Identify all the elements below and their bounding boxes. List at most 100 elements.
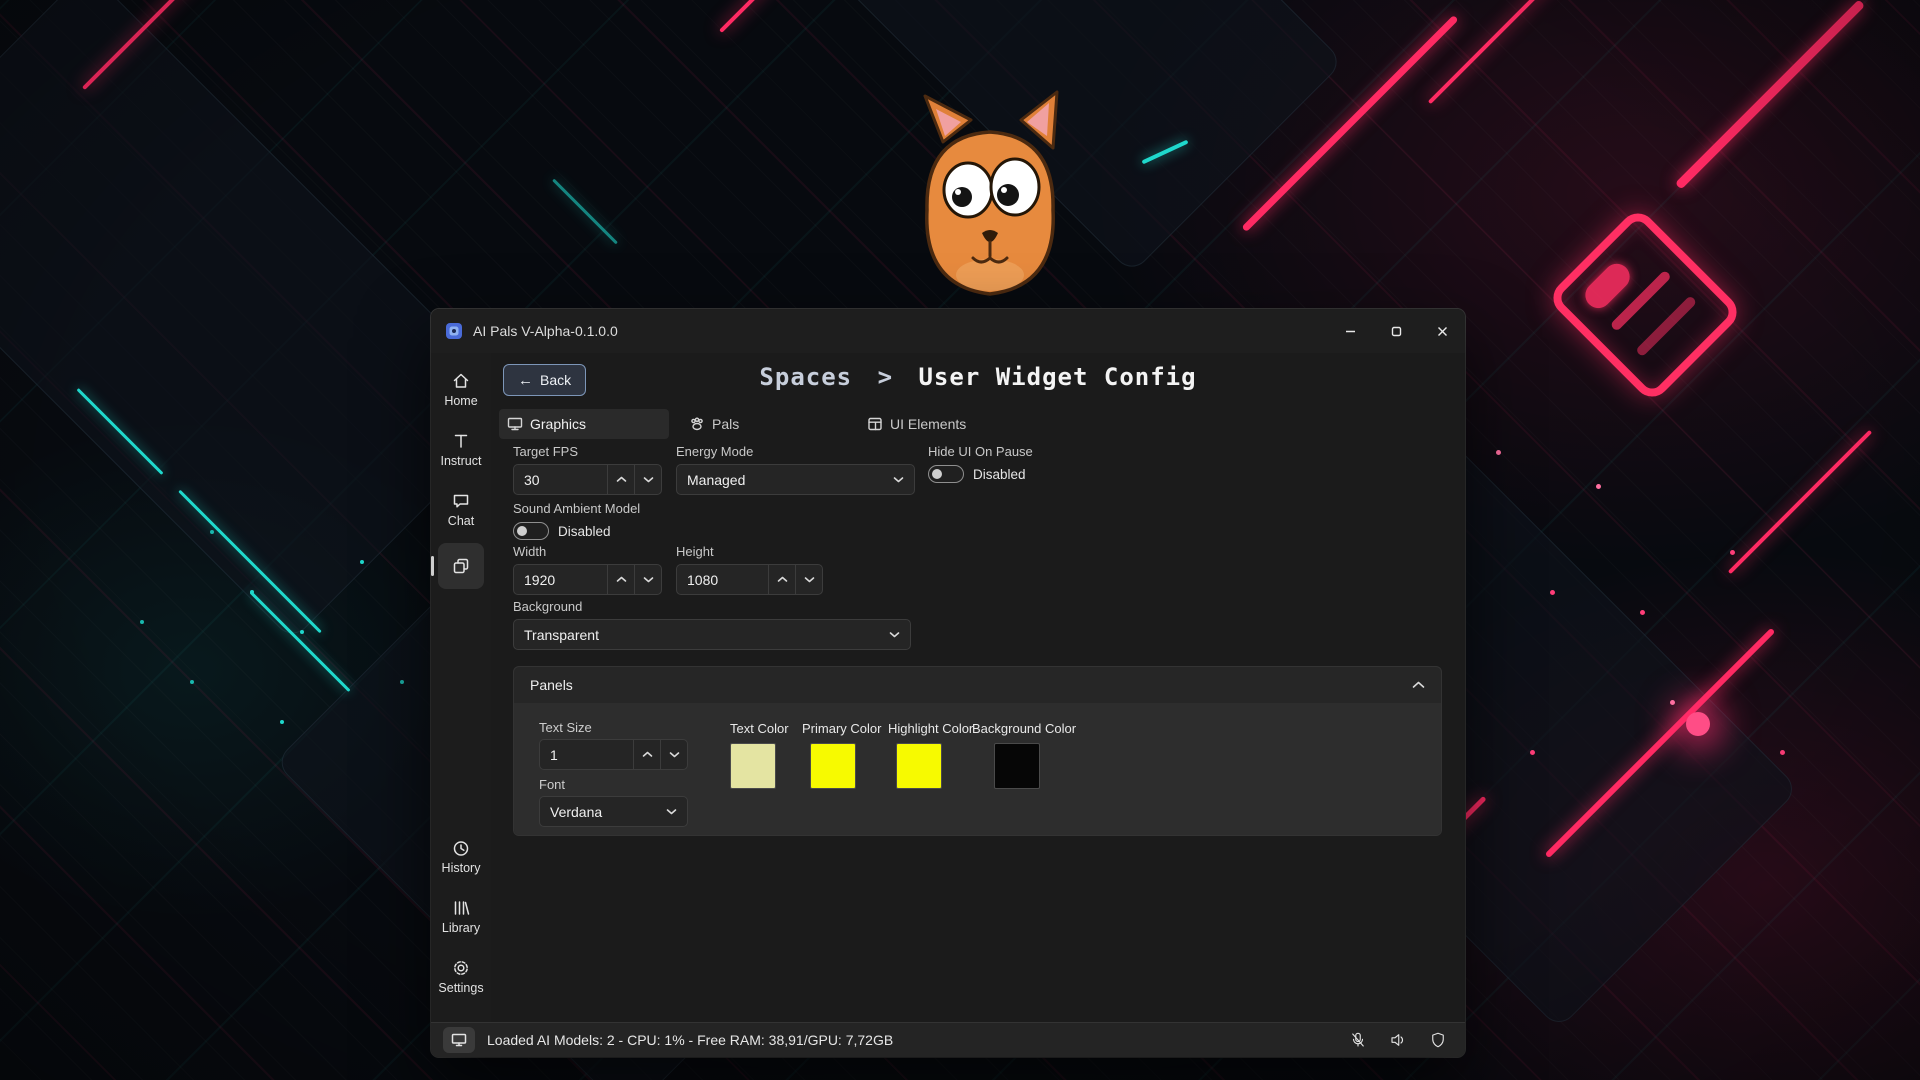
background-value: Transparent [514,627,889,643]
width-decrement-button[interactable] [634,565,661,594]
width-increment-button[interactable] [607,565,634,594]
font-value: Verdana [540,804,666,820]
microphone-muted-button[interactable] [1343,1027,1373,1053]
status-bar: Loaded AI Models: 2 - CPU: 1% - Free RAM… [431,1022,1465,1057]
sound-ambient-model-state: Disabled [558,524,611,539]
energy-mode-select[interactable]: Managed [676,464,915,495]
width-field: Width 1920 [513,544,662,595]
primary-color-field: Primary Color [802,721,881,789]
tab-label: Pals [712,416,739,432]
target-fps-label: Target FPS [513,444,662,459]
sound-ambient-model-label: Sound Ambient Model [513,501,640,516]
hide-ui-on-pause-field: Hide UI On Pause Disabled [928,444,1033,484]
sidebar-item-chat[interactable]: Chat [433,483,489,535]
minimize-button[interactable] [1327,309,1373,353]
text-size-label: Text Size [539,720,688,735]
tab-graphics[interactable]: Graphics [499,409,669,439]
text-size-stepper[interactable]: 1 [539,739,688,770]
maximize-button[interactable] [1373,309,1419,353]
sidebar-item-spaces[interactable] [438,543,484,589]
gear-icon [451,958,471,978]
breadcrumb-root[interactable]: Spaces [759,363,852,391]
text-color-swatch[interactable] [730,743,776,789]
sidebar-item-history[interactable]: History [433,830,489,882]
panels-section: Panels Text Size 1 Font [513,666,1442,836]
shield-button[interactable] [1423,1027,1453,1053]
energy-mode-value: Managed [677,472,893,488]
background-field: Background Transparent [513,599,911,650]
close-button[interactable] [1419,309,1465,353]
target-fps-increment-button[interactable] [607,465,634,494]
sidebar-item-label: Chat [448,514,474,528]
text-size-decrement-button[interactable] [660,740,687,769]
target-fps-stepper[interactable]: 30 [513,464,662,495]
window-titlebar[interactable]: AI Pals V-Alpha-0.1.0.0 [431,309,1465,353]
font-select[interactable]: Verdana [539,796,688,827]
history-clock-icon [451,838,471,858]
height-field: Height 1080 [676,544,823,595]
tab-label: Graphics [530,416,586,432]
text-size-field: Text Size 1 [539,720,688,770]
speaker-icon [1389,1031,1407,1049]
primary-color-label: Primary Color [802,721,881,736]
height-increment-button[interactable] [768,565,795,594]
volume-button[interactable] [1383,1027,1413,1053]
window-controls [1327,309,1465,353]
chevron-down-icon [889,631,900,638]
energy-mode-label: Energy Mode [676,444,915,459]
text-color-label: Text Color [730,721,789,736]
highlight-color-field: Highlight Color [888,721,973,789]
instruct-icon [451,431,471,451]
height-label: Height [676,544,823,559]
sidebar-item-instruct[interactable]: Instruct [433,423,489,475]
panels-section-header[interactable]: Panels [514,667,1441,703]
page-title: Spaces > User Widget Config [491,363,1465,391]
library-books-icon [451,898,471,918]
font-field: Font Verdana [539,777,688,827]
status-text: Loaded AI Models: 2 - CPU: 1% - Free RAM… [487,1032,893,1048]
graphics-monitor-icon [507,416,523,432]
sound-ambient-model-field: Sound Ambient Model Disabled [513,501,640,541]
paw-icon [689,416,705,432]
height-decrement-button[interactable] [795,565,822,594]
tab-ui-elements[interactable]: UI Elements [855,409,978,439]
primary-color-swatch[interactable] [810,743,856,789]
background-select[interactable]: Transparent [513,619,911,650]
app-icon [445,322,463,340]
sidebar-item-home[interactable]: Home [433,363,489,415]
width-value: 1920 [514,572,607,588]
background-color-field: Background Color [972,721,1076,789]
sidebar-item-library[interactable]: Library [433,890,489,942]
highlight-color-label: Highlight Color [888,721,973,736]
tab-label: UI Elements [890,416,966,432]
highlight-color-swatch[interactable] [896,743,942,789]
sidebar-item-settings[interactable]: Settings [433,950,489,1002]
breadcrumb-current: User Widget Config [918,363,1196,391]
status-app-button[interactable] [443,1027,475,1053]
width-stepper[interactable]: 1920 [513,564,662,595]
energy-mode-field: Energy Mode Managed [676,444,915,495]
height-stepper[interactable]: 1080 [676,564,823,595]
tab-pals[interactable]: Pals [677,409,751,439]
text-size-value: 1 [540,747,633,763]
shield-icon [1429,1031,1447,1049]
text-size-increment-button[interactable] [633,740,660,769]
monitor-icon [451,1032,467,1048]
sidebar: Home Instruct Chat History Library [431,353,491,1022]
background-label: Background [513,599,911,614]
ui-layout-icon [867,416,883,432]
background-color-swatch[interactable] [994,743,1040,789]
content-area: ← Back Spaces > User Widget Config Graph… [491,353,1465,1022]
width-label: Width [513,544,662,559]
target-fps-value: 30 [514,472,607,488]
window-title: AI Pals V-Alpha-0.1.0.0 [473,323,618,339]
chevron-up-icon[interactable] [1412,681,1425,689]
text-color-field: Text Color [730,721,789,789]
sound-ambient-model-toggle[interactable] [513,522,549,540]
target-fps-field: Target FPS 30 [513,444,662,495]
chevron-down-icon [893,476,904,483]
target-fps-decrement-button[interactable] [634,465,661,494]
chat-bubble-icon [451,491,471,511]
hide-ui-on-pause-toggle[interactable] [928,465,964,483]
app-window: AI Pals V-Alpha-0.1.0.0 Home Instruct [431,309,1465,1057]
